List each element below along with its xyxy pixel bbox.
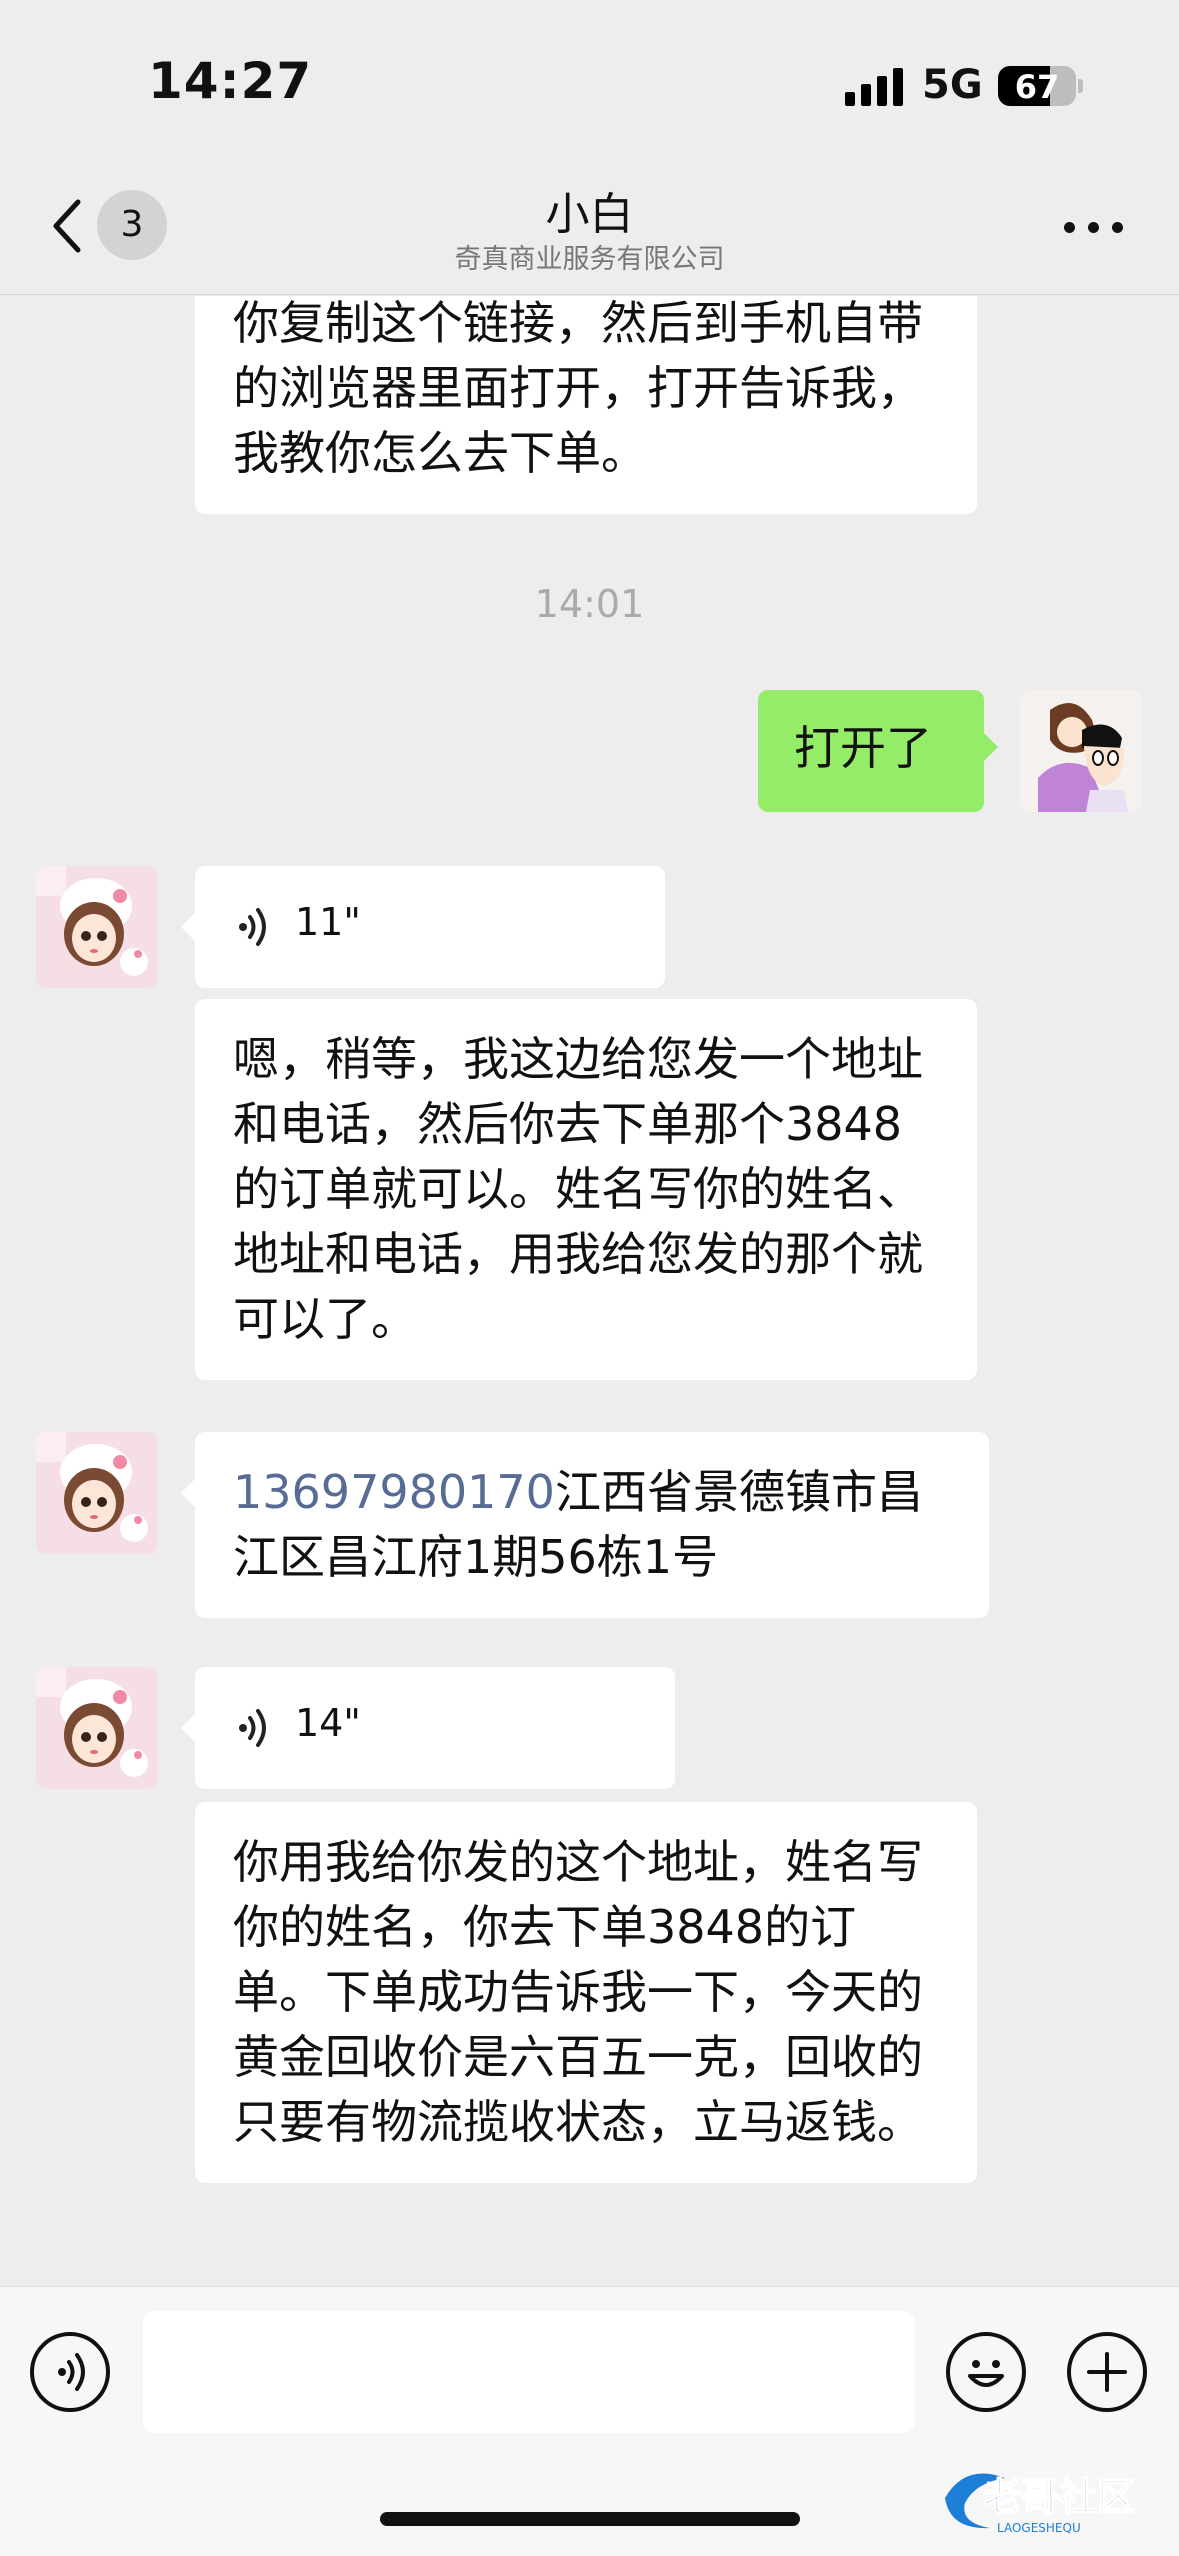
bubble-tail — [181, 1478, 196, 1508]
voice-message-bubble[interactable]: 14" — [181, 1667, 675, 1789]
contact-avatar[interactable] — [36, 1432, 158, 1554]
message-text: 你用我给你发的这个地址，姓名写你的姓名，你去下单3848的订单。下单成功告诉我一… — [233, 1835, 923, 2149]
battery-tip — [1078, 79, 1083, 93]
home-indicator[interactable] — [380, 2512, 800, 2526]
my-avatar[interactable] — [1020, 690, 1142, 812]
voice-message-bubble[interactable]: 11" — [181, 866, 665, 988]
message-text: 打开了 — [794, 721, 932, 775]
voice-input-icon[interactable] — [30, 2332, 110, 2412]
plus-icon[interactable] — [1067, 2332, 1147, 2412]
chat-timestamp: 14:01 — [534, 582, 645, 626]
message-bubble[interactable]: 你复制这个链接，然后到手机自带的浏览器里面打开，打开告诉我，我教你怎么去下单。 — [195, 296, 977, 514]
contact-avatar[interactable] — [36, 1667, 158, 1789]
voice-wave-icon — [239, 1709, 266, 1747]
battery-icon: 67 — [998, 66, 1076, 106]
svg-text:老哥社区: 老哥社区 — [983, 2475, 1135, 2519]
more-dots-icon[interactable] — [1064, 222, 1124, 234]
chat-title: 小白 — [545, 189, 634, 240]
network-label: 5G — [922, 62, 983, 108]
message-bubble[interactable]: 嗯，稍等，我这边给您发一个地址和电话，然后你去下单那个3848的订单就可以。姓名… — [195, 999, 977, 1380]
emoji-icon[interactable] — [946, 2332, 1026, 2412]
phone-number-link[interactable]: 13697980170 — [233, 1465, 555, 1519]
chat-header: 3 小白 奇真商业服务有限公司 — [0, 150, 1179, 295]
message-text: 你复制这个链接，然后到手机自带的浏览器里面打开，打开告诉我，我教你怎么去下单。 — [233, 296, 923, 480]
signal-icon — [845, 66, 905, 106]
bubble-tail — [181, 1713, 196, 1743]
message-bubble[interactable]: 13697980170江西省景德镇市昌江区昌江府1期56栋1号 — [181, 1432, 989, 1618]
voice-duration: 14" — [295, 1701, 361, 1745]
message-input[interactable] — [143, 2311, 915, 2433]
message-text: 嗯，稍等，我这边给您发一个地址和电话，然后你去下单那个3848的订单就可以。姓名… — [233, 1032, 923, 1346]
bubble-tail — [181, 912, 196, 942]
chat-message-list[interactable]: 你复制这个链接，然后到手机自带的浏览器里面打开，打开告诉我，我教你怎么去下单。 … — [0, 296, 1179, 2286]
chat-subtitle: 奇真商业服务有限公司 — [454, 244, 725, 275]
voice-duration: 11" — [295, 900, 361, 944]
status-time: 14:27 — [148, 52, 313, 110]
contact-avatar[interactable] — [36, 866, 158, 988]
status-bar: 14:27 5G 67 — [0, 0, 1179, 150]
bubble-tail — [983, 732, 998, 762]
battery-percent: 67 — [1014, 68, 1060, 106]
svg-text:LAOGESHEQU: LAOGESHEQU — [997, 2521, 1081, 2535]
watermark-logo: 老哥社区 LAOGESHEQU — [935, 2458, 1170, 2538]
voice-wave-icon — [239, 908, 266, 946]
message-bubble[interactable]: 你用我给你发的这个地址，姓名写你的姓名，你去下单3848的订单。下单成功告诉我一… — [195, 1802, 977, 2183]
sent-message-bubble[interactable]: 打开了 — [758, 690, 998, 812]
